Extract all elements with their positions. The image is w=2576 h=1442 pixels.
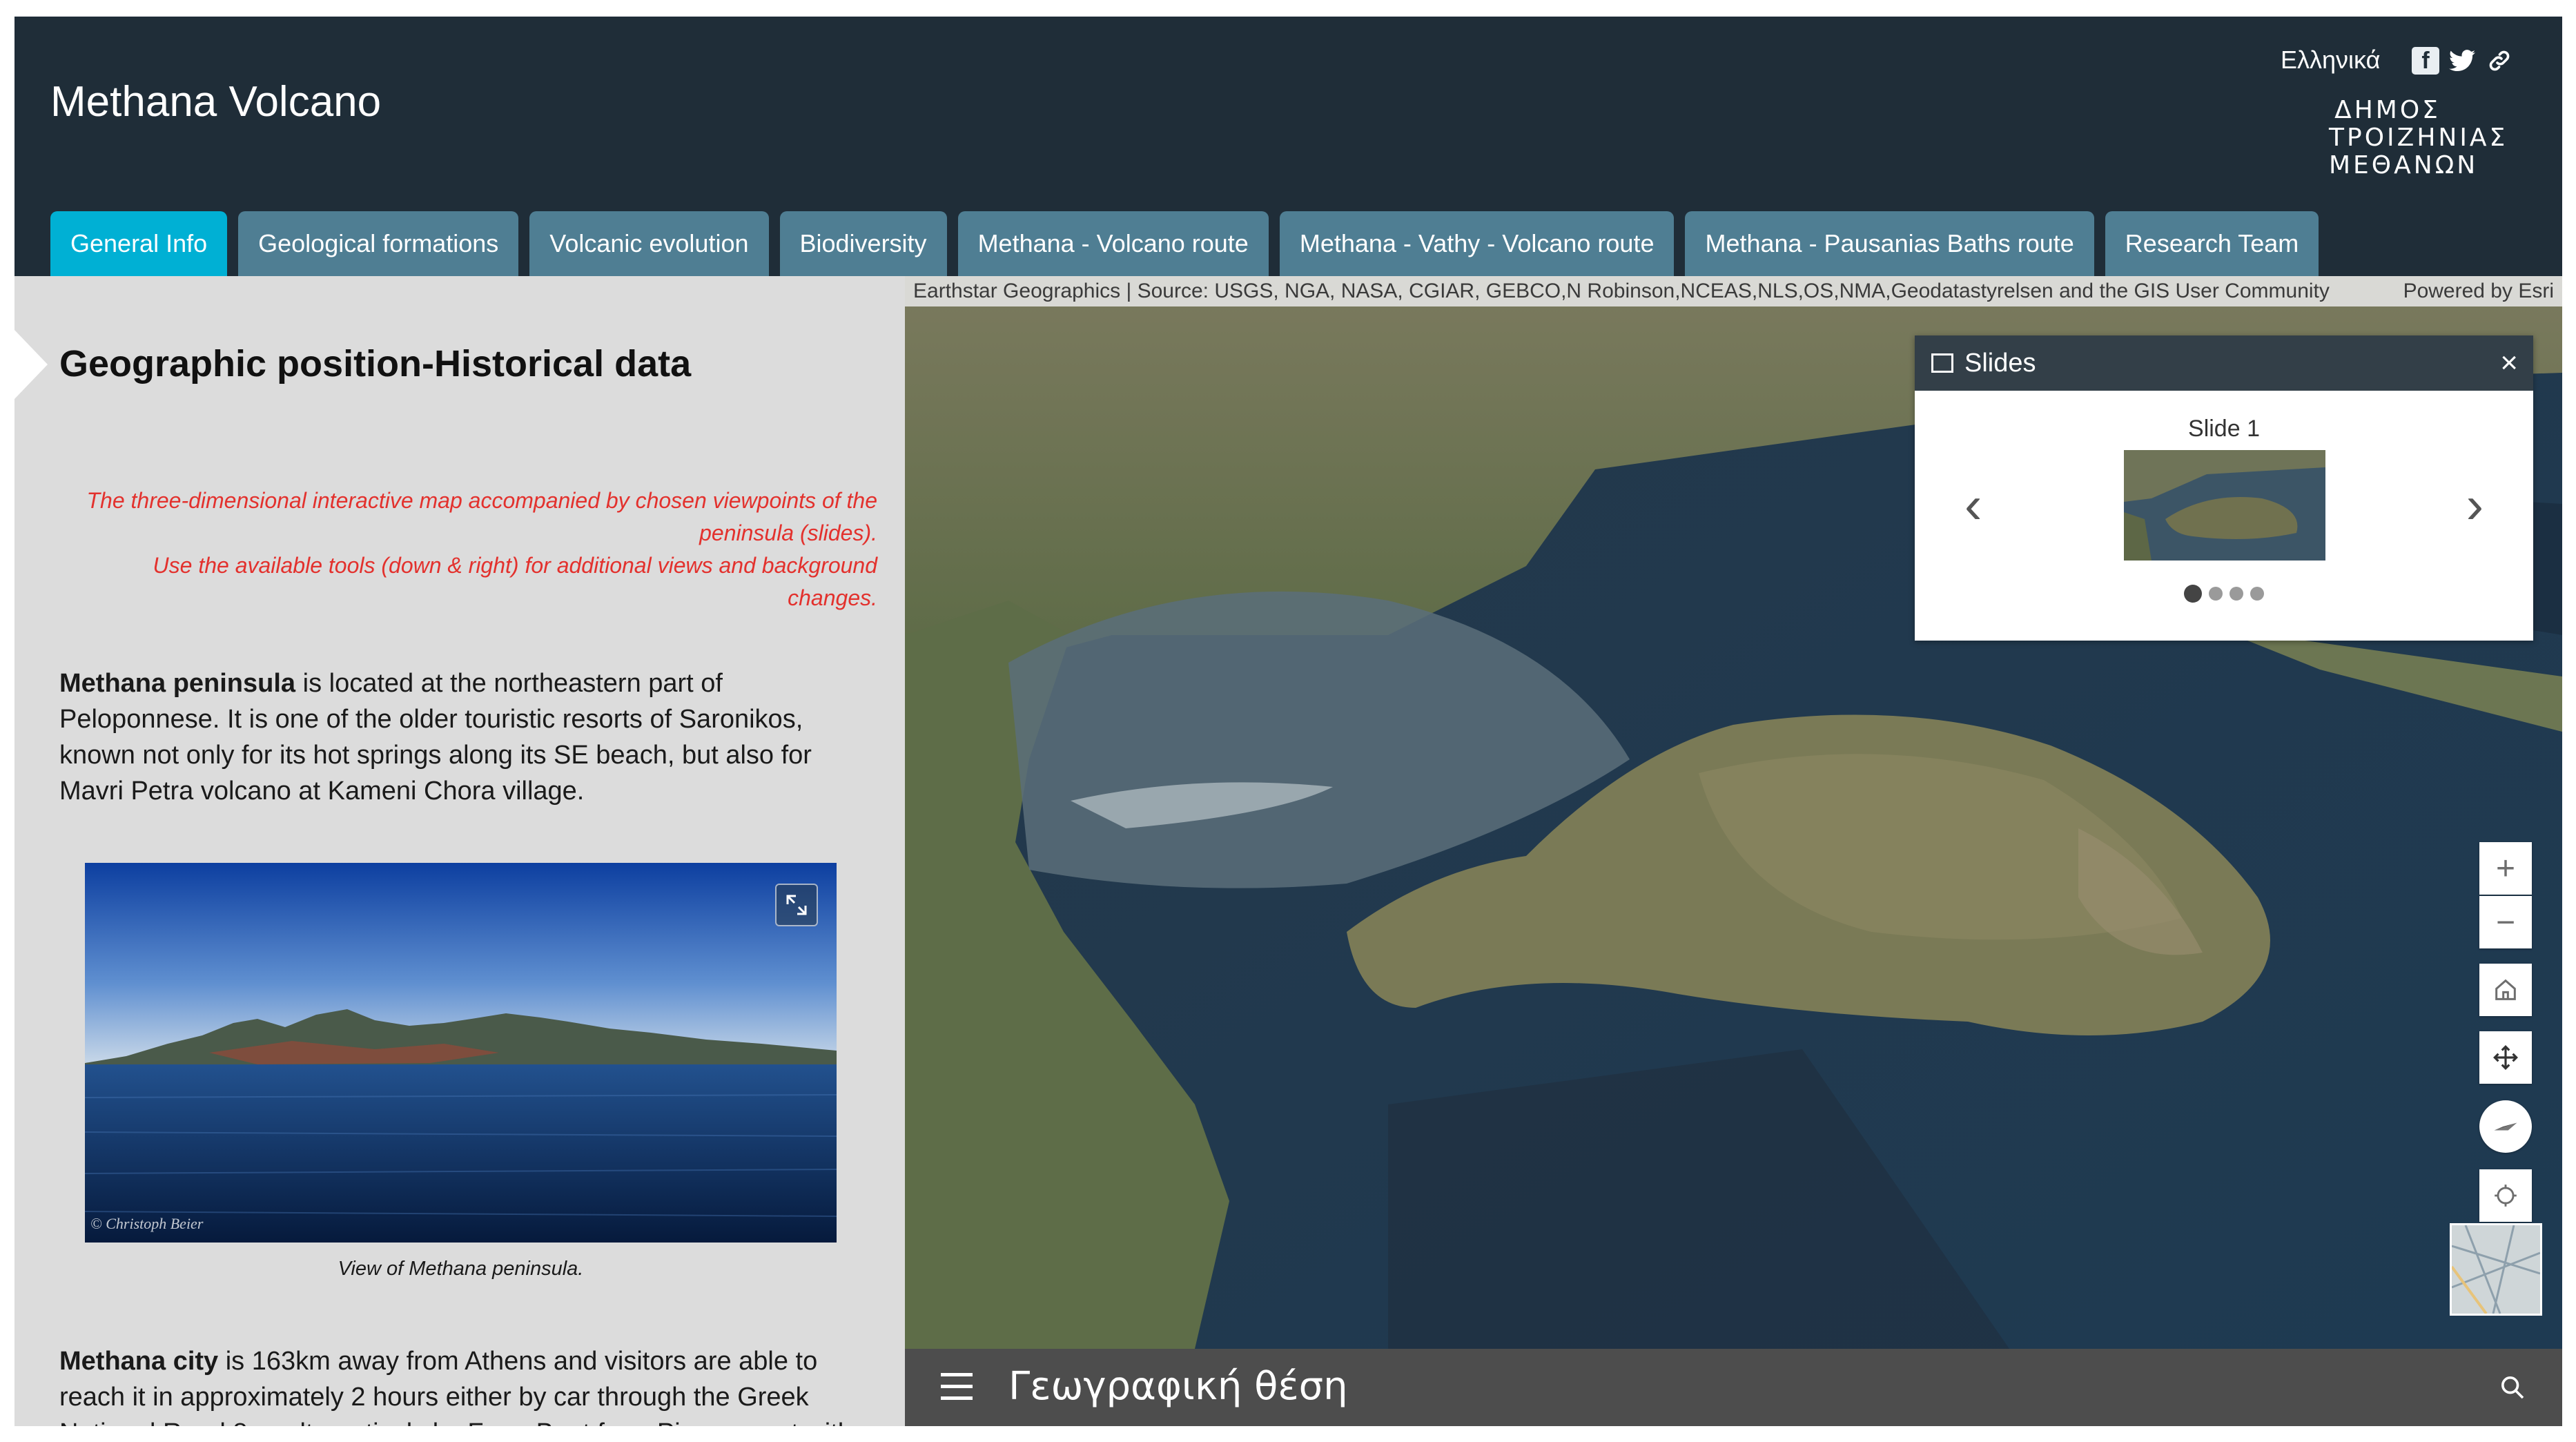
slide-dot[interactable]	[2209, 587, 2223, 601]
compass-icon[interactable]	[2479, 1100, 2532, 1153]
tab-general-info[interactable]: General Info	[50, 211, 228, 276]
expand-icon[interactable]	[775, 884, 818, 926]
header: Methana Volcano Ελληνικά f ΔΗΜΟΣ ΤΡΟΙΖΗΝ…	[14, 17, 2562, 276]
map-attribution: Earthstar Geographics | Source: USGS, NG…	[905, 276, 2562, 306]
chevron-left-icon[interactable]: ‹	[1964, 479, 1982, 532]
peninsula-photo: © Christoph Beier	[85, 863, 837, 1243]
app-title: Methana Volcano	[50, 78, 382, 126]
link-icon[interactable]	[2486, 47, 2513, 75]
chevron-right-icon[interactable]: ›	[2466, 479, 2484, 532]
tab-methana-volcano-route[interactable]: Methana - Volcano route	[957, 211, 1269, 276]
slides-title: Slides	[1964, 349, 2036, 378]
slide-dot[interactable]	[2250, 587, 2264, 601]
tab-research-team[interactable]: Research Team	[2105, 211, 2319, 276]
facebook-icon[interactable]: f	[2412, 47, 2439, 75]
language-link[interactable]: Ελληνικά	[2281, 46, 2380, 75]
city-paragraph: Methana city is 163km away from Athens a…	[59, 1343, 860, 1426]
instructions-note: The three-dimensional interactive map ac…	[59, 485, 877, 614]
municipality-logo: ΔΗΜΟΣ ΤΡΟΙΖΗΝΙΑΣ ΜΕΘΑΝΩΝ	[2329, 96, 2508, 179]
powered-by-esri[interactable]: Powered by Esri	[2403, 276, 2554, 306]
peninsula-paragraph: Methana peninsula is located at the nort…	[59, 665, 860, 809]
tab-biodiversity[interactable]: Biodiversity	[779, 211, 947, 276]
note-line: The three-dimensional interactive map ac…	[86, 488, 877, 513]
bottom-bar: Γεωγραφική θέση	[905, 1349, 2562, 1426]
search-icon[interactable]	[2499, 1374, 2526, 1401]
note-line: peninsula (slides).	[699, 520, 877, 545]
close-icon[interactable]: ×	[2500, 335, 2518, 391]
basemap-toggle[interactable]	[2450, 1223, 2542, 1316]
zoom-in-icon[interactable]: +	[2479, 842, 2532, 895]
twitter-icon[interactable]	[2448, 47, 2476, 75]
info-panel[interactable]: Geographic position-Historical data The …	[14, 276, 905, 1426]
locate-icon[interactable]	[2479, 1169, 2532, 1222]
tab-methana-vathy-volcano-route[interactable]: Methana - Vathy - Volcano route	[1279, 211, 1675, 276]
image-icon	[1931, 353, 1953, 373]
slide-pagination	[1915, 585, 2533, 603]
tab-geological-formations[interactable]: Geological formations	[238, 211, 519, 276]
note-line: changes.	[788, 585, 877, 610]
section-title: Geographic position-Historical data	[59, 343, 692, 384]
zoom-out-icon[interactable]: −	[2479, 896, 2532, 948]
logo-line-2: ΤΡΟΙΖΗΝΙΑΣ	[2329, 124, 2508, 152]
pan-icon[interactable]	[2479, 1031, 2532, 1084]
logo-line-3: ΜΕΘΑΝΩΝ	[2329, 151, 2479, 179]
tab-methana-pausanias-baths-route[interactable]: Methana - Pausanias Baths route	[1685, 211, 2094, 276]
slides-panel: Slides × Slide 1 ‹ ›	[1915, 335, 2533, 641]
attribution-text: Earthstar Geographics | Source: USGS, NG…	[913, 280, 2330, 302]
scene-map[interactable]: Earthstar Geographics | Source: USGS, NG…	[905, 276, 2562, 1349]
slide-dot[interactable]	[2229, 587, 2243, 601]
photo-caption: View of Methana peninsula.	[338, 1258, 584, 1280]
section-indicator	[14, 330, 48, 399]
tab-volcanic-evolution[interactable]: Volcanic evolution	[529, 211, 769, 276]
note-line: Use the available tools (down & right) f…	[153, 553, 877, 578]
paragraph-bold-term: Methana city	[59, 1347, 219, 1376]
slide-thumbnail[interactable]	[2124, 450, 2325, 561]
home-icon[interactable]	[2479, 964, 2532, 1016]
menu-icon[interactable]	[941, 1373, 973, 1401]
photo-credit: © Christoph Beier	[90, 1215, 204, 1232]
tab-bar: General Info Geological formations Volca…	[50, 211, 2319, 276]
slide-name: Slide 1	[2188, 416, 2260, 442]
app-frame: Methana Volcano Ελληνικά f ΔΗΜΟΣ ΤΡΟΙΖΗΝ…	[14, 17, 2562, 1426]
slide-dot[interactable]	[2184, 585, 2202, 603]
logo-line-1: ΔΗΜΟΣ	[2334, 96, 2441, 124]
paragraph-bold-term: Methana peninsula	[59, 669, 296, 698]
bottom-title: Γεωγραφική θέση	[1008, 1364, 1348, 1409]
slides-header: Slides ×	[1915, 335, 2533, 391]
